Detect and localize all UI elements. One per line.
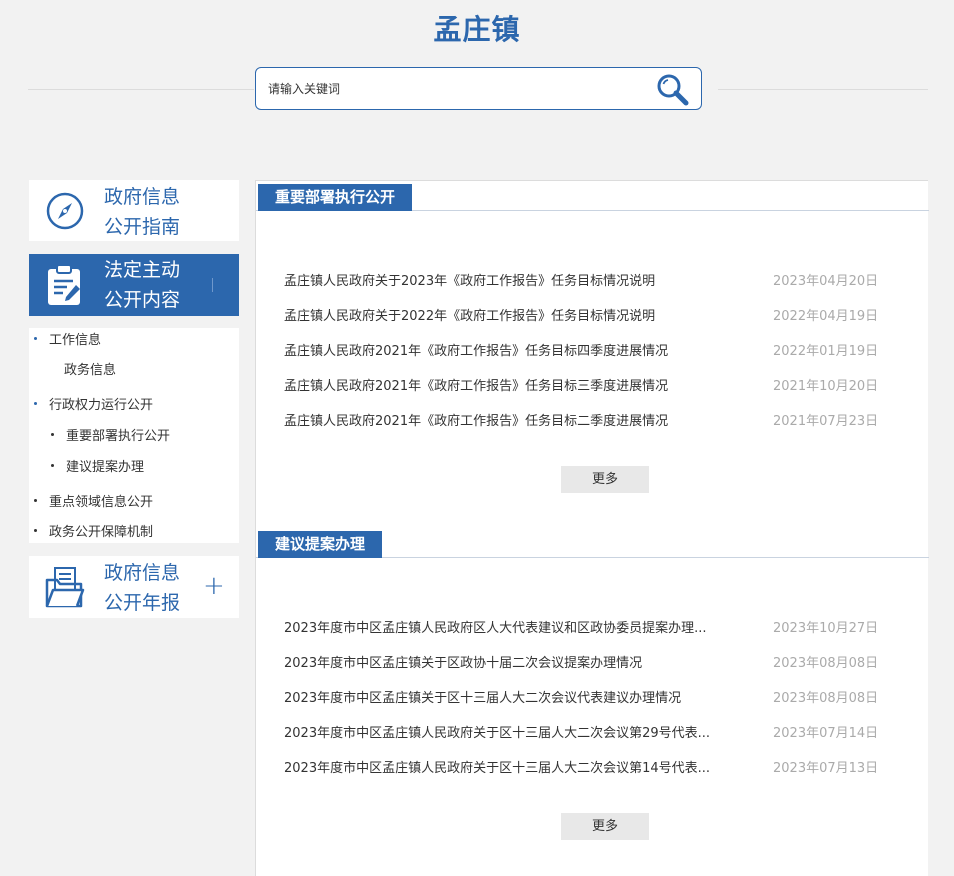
guide-label-line1: 政府信息	[104, 186, 181, 208]
expand-plus-icon[interactable]: +	[203, 573, 225, 599]
clipboard-edit-icon	[48, 264, 80, 305]
report-label-line2: 公开年报	[104, 592, 181, 614]
menu-bullet	[34, 337, 37, 340]
menu-item-safeguard[interactable]: 政务公开保障机制	[49, 521, 153, 540]
list-item: 孟庄镇人民政府2021年《政府工作报告》任务目标三季度进展情况 2021年10月…	[284, 377, 924, 397]
header-divider-left	[28, 89, 254, 90]
list-item-title[interactable]: 孟庄镇人民政府2021年《政府工作报告》任务目标二季度进展情况	[284, 412, 754, 432]
list-item-date: 2023年04月20日	[773, 274, 879, 289]
menu-item-work-info[interactable]: 工作信息	[49, 329, 101, 348]
list-item-date: 2022年01月19日	[773, 344, 879, 359]
sidebar-card-content[interactable]: 法定主动 公开内容	[29, 254, 239, 316]
content-label-line1: 法定主动	[104, 259, 181, 281]
menu-bullet	[34, 499, 37, 502]
menu-bullet	[51, 464, 54, 467]
compass-icon	[46, 192, 84, 230]
menu-item-proposals[interactable]: 建议提案办理	[66, 456, 144, 475]
menu-bullet	[34, 529, 37, 532]
report-label: 政府信息 公开年报	[104, 558, 214, 618]
list-item: 孟庄镇人民政府2021年《政府工作报告》任务目标二季度进展情况 2021年07月…	[284, 412, 924, 432]
report-label-line1: 政府信息	[104, 562, 181, 584]
site-title: 孟庄镇	[433, 13, 521, 46]
guide-label-line2: 公开指南	[104, 216, 181, 238]
list-item-title[interactable]: 孟庄镇人民政府2021年《政府工作报告》任务目标三季度进展情况	[284, 377, 754, 397]
list-item: 孟庄镇人民政府关于2022年《政府工作报告》任务目标情况说明 2022年04月1…	[284, 307, 924, 327]
list-item-date: 2021年10月20日	[773, 379, 879, 394]
menu-item-gov-affairs-info[interactable]: 政务信息	[64, 359, 116, 378]
list-item-title[interactable]: 孟庄镇人民政府2021年《政府工作报告》任务目标四季度进展情况	[284, 342, 754, 362]
guide-label: 政府信息 公开指南	[104, 182, 214, 242]
section-header-proposals: 建议提案办理	[256, 528, 929, 558]
menu-item-key-areas[interactable]: 重点领域信息公开	[49, 491, 153, 510]
menu-item-admin-power[interactable]: 行政权力运行公开	[49, 394, 153, 413]
list-item-date: 2021年07月23日	[773, 414, 879, 429]
menu-bullet	[51, 433, 54, 436]
search-icon[interactable]	[655, 72, 691, 108]
list-item-title[interactable]: 2023年度市中区孟庄镇人民政府区人大代表建议和区政协委员提案办理...	[284, 619, 754, 639]
list-item-date: 2022年04月19日	[773, 309, 879, 324]
more-button-key-deployment[interactable]: 更多	[561, 466, 649, 493]
list-item-title[interactable]: 2023年度市中区孟庄镇关于区政协十届二次会议提案办理情况	[284, 654, 754, 674]
list-item-title[interactable]: 孟庄镇人民政府关于2022年《政府工作报告》任务目标情况说明	[284, 307, 754, 327]
list-item: 孟庄镇人民政府2021年《政府工作报告》任务目标四季度进展情况 2022年01月…	[284, 342, 924, 362]
list-item-date: 2023年08月08日	[773, 656, 879, 671]
sidebar-menu: 工作信息 政务信息 行政权力运行公开 重要部署执行公开 建议提案办理 重点领域信…	[29, 328, 239, 543]
header-divider-right	[718, 89, 928, 90]
list-item-title[interactable]: 孟庄镇人民政府关于2023年《政府工作报告》任务目标情况说明	[284, 272, 754, 292]
menu-bullet	[34, 402, 37, 405]
main-content: 重要部署执行公开 孟庄镇人民政府关于2023年《政府工作报告》任务目标情况说明 …	[255, 180, 929, 876]
list-item-title[interactable]: 2023年度市中区孟庄镇人民政府关于区十三届人大二次会议第14号代表...	[284, 759, 754, 779]
list-item: 2023年度市中区孟庄镇关于区十三届人大二次会议代表建议办理情况 2023年08…	[284, 689, 924, 709]
list-item-title[interactable]: 2023年度市中区孟庄镇人民政府关于区十三届人大二次会议第29号代表...	[284, 724, 754, 744]
section-tab[interactable]: 建议提案办理	[258, 531, 383, 558]
list-item: 孟庄镇人民政府关于2023年《政府工作报告》任务目标情况说明 2023年04月2…	[284, 272, 924, 292]
list-item-date: 2023年07月14日	[773, 726, 879, 741]
section-tab[interactable]: 重要部署执行公开	[258, 184, 413, 211]
search-box	[255, 67, 702, 110]
sidebar-card-report[interactable]: 政府信息 公开年报 +	[29, 556, 239, 618]
page: 孟庄镇 政府信息 公开指南 法定主动	[0, 0, 954, 876]
content-label: 法定主动 公开内容	[104, 255, 214, 315]
section-header-key-deployment: 重要部署执行公开	[256, 181, 929, 211]
search-input[interactable]	[268, 79, 638, 99]
more-button-proposals[interactable]: 更多	[561, 813, 649, 840]
list-item-date: 2023年10月27日	[773, 621, 879, 636]
content-divider-mark	[212, 278, 213, 292]
list-item-date: 2023年07月13日	[773, 761, 879, 776]
content-label-line2: 公开内容	[104, 289, 181, 311]
list-item-date: 2023年08月08日	[773, 691, 879, 706]
list-item: 2023年度市中区孟庄镇人民政府关于区十三届人大二次会议第14号代表... 20…	[284, 759, 924, 779]
menu-item-key-deployment[interactable]: 重要部署执行公开	[66, 425, 170, 444]
list-item: 2023年度市中区孟庄镇关于区政协十届二次会议提案办理情况 2023年08月08…	[284, 654, 924, 674]
list-item-title[interactable]: 2023年度市中区孟庄镇关于区十三届人大二次会议代表建议办理情况	[284, 689, 754, 709]
folder-document-icon	[45, 567, 85, 608]
list-item: 2023年度市中区孟庄镇人民政府区人大代表建议和区政协委员提案办理... 202…	[284, 619, 924, 639]
sidebar-card-guide[interactable]: 政府信息 公开指南	[29, 180, 239, 241]
list-item: 2023年度市中区孟庄镇人民政府关于区十三届人大二次会议第29号代表... 20…	[284, 724, 924, 744]
